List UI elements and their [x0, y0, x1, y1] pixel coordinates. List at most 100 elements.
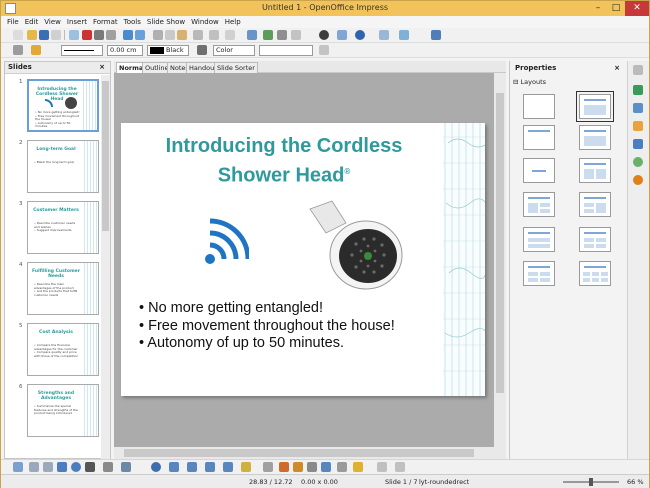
line-color-select[interactable]: Black [147, 45, 189, 56]
chart-icon[interactable] [263, 30, 273, 40]
layout-title-content-2[interactable] [579, 125, 611, 150]
arrow-line-tool-icon[interactable] [43, 462, 53, 472]
stars-icon[interactable] [241, 462, 251, 472]
menu-file[interactable]: File [4, 16, 22, 28]
flowchart-icon[interactable] [205, 462, 215, 472]
layout-2-content-over[interactable] [523, 227, 555, 252]
area-color-select[interactable] [259, 45, 313, 56]
layout-title-content[interactable] [576, 91, 614, 122]
email-icon[interactable] [51, 30, 61, 40]
slide-bullet-list[interactable]: • No more getting entangled! • Free move… [139, 300, 395, 353]
autospellcheck-icon[interactable] [135, 30, 145, 40]
vertical-scroll-thumb[interactable] [496, 93, 504, 393]
print-icon[interactable] [94, 30, 104, 40]
maximize-button[interactable]: □ [607, 1, 625, 16]
line-style-select[interactable] [61, 45, 103, 56]
callouts-icon[interactable] [223, 462, 233, 472]
menu-window[interactable]: Window [188, 16, 222, 28]
points-icon[interactable] [263, 462, 273, 472]
layout-title-4-content[interactable] [579, 227, 611, 252]
page-preview-icon[interactable] [106, 30, 116, 40]
line-icon[interactable] [13, 45, 23, 55]
fontwork-icon[interactable] [293, 462, 303, 472]
slide-thumbnail-6[interactable]: 6 Strengths and Advantages • Summarize th… [5, 384, 101, 446]
layout-centered-text[interactable] [523, 158, 555, 183]
helplines-icon[interactable] [291, 30, 301, 40]
layouts-section-header[interactable]: ⊟ Layouts [513, 78, 546, 86]
sidebar-menu-icon[interactable] [633, 65, 643, 75]
menu-edit[interactable]: Edit [22, 16, 42, 28]
navigator-icon[interactable] [319, 30, 329, 40]
glue-points-icon[interactable] [279, 462, 289, 472]
curve-tool-icon[interactable] [103, 462, 113, 472]
from-file-icon[interactable] [307, 462, 317, 472]
tab-slide-sorter[interactable]: Slide Sorter [214, 62, 258, 73]
arrow-style-icon[interactable] [31, 45, 41, 55]
open-folder-icon[interactable] [27, 30, 37, 40]
slides-scrollbar[interactable] [101, 75, 110, 459]
rotate-icon[interactable] [337, 462, 347, 472]
menu-help[interactable]: Help [222, 16, 244, 28]
gallery-icon[interactable] [337, 30, 347, 40]
shadow-icon[interactable] [319, 45, 329, 55]
line-width-field[interactable]: 0.00 cm [107, 45, 143, 56]
menu-format[interactable]: Format [90, 16, 121, 28]
clone-formatting-icon[interactable] [193, 30, 203, 40]
slide-canvas[interactable]: Introducing the Cordless Shower Head® • … [121, 123, 485, 396]
area-fill-icon[interactable] [197, 45, 207, 55]
connector-tool-icon[interactable] [121, 462, 131, 472]
help-icon[interactable] [355, 30, 365, 40]
slide-icon[interactable] [379, 30, 389, 40]
zoom-level[interactable]: 66 % [627, 478, 644, 486]
shower-head-image[interactable] [304, 199, 404, 293]
vertical-scrollbar[interactable] [494, 73, 506, 459]
slide-thumbnail-3[interactable]: 3 Customer Matters • Describe customer ne… [5, 201, 101, 263]
extrusion-icon[interactable] [353, 462, 363, 472]
menu-slide-show[interactable]: Slide Show [144, 16, 188, 28]
close-properties-button[interactable]: × [614, 64, 620, 72]
slide-thumbnail-5[interactable]: 5 Cost Analysis • Compare the financial a… [5, 323, 101, 385]
zoom-slider-handle[interactable] [589, 478, 593, 486]
slide-thumbnail-2[interactable]: 2 Long-term Goal • Blank the long-term go… [5, 140, 101, 202]
cut-icon[interactable] [153, 30, 163, 40]
slide-show-icon[interactable] [431, 30, 441, 40]
basic-shapes-icon[interactable] [151, 462, 161, 472]
close-button[interactable]: ✕ [625, 1, 649, 16]
layout-title-two-content[interactable] [579, 158, 611, 183]
table-icon[interactable] [247, 30, 257, 40]
area-style-select[interactable]: Color [213, 45, 255, 56]
slide-design-icon[interactable] [399, 30, 409, 40]
slide-title[interactable]: Introducing the Cordless Shower Head® [121, 134, 447, 189]
menu-tools[interactable]: Tools [121, 16, 144, 28]
arrange-icon[interactable] [395, 462, 405, 472]
export-pdf-icon[interactable] [82, 30, 92, 40]
slide-thumbnail-1[interactable]: 1 Introducing the Cordless Shower Head • … [5, 79, 101, 141]
navigator-deck-icon[interactable] [633, 175, 643, 185]
save-icon[interactable] [39, 30, 49, 40]
horizontal-scroll-thumb[interactable] [124, 449, 474, 457]
master-pages-icon[interactable] [633, 103, 643, 113]
minimize-button[interactable]: – [589, 1, 607, 16]
layout-2-content-content[interactable] [579, 192, 611, 217]
align-icon[interactable] [377, 462, 387, 472]
close-slides-pane-button[interactable]: × [99, 62, 105, 73]
slide-transition-icon[interactable] [633, 139, 643, 149]
spellcheck-icon[interactable] [123, 30, 133, 40]
rectangle-tool-icon[interactable] [57, 462, 67, 472]
text-tool-icon[interactable] [85, 462, 95, 472]
layout-title-6-content[interactable] [579, 261, 611, 286]
ellipse-tool-icon[interactable] [71, 462, 81, 472]
zoom-slider[interactable] [563, 478, 619, 486]
styles-icon[interactable] [633, 157, 643, 167]
properties-deck-icon[interactable] [633, 85, 643, 95]
select-arrow-icon[interactable] [13, 462, 23, 472]
layout-content-2-content[interactable] [523, 192, 555, 217]
layout-title-4-content-b[interactable] [523, 261, 555, 286]
paste-icon[interactable] [177, 30, 187, 40]
edit-file-icon[interactable] [69, 30, 79, 40]
slide-thumbnail-4[interactable]: 4 Fulfilling Customer Needs • Describe th… [5, 262, 101, 324]
custom-animation-icon[interactable] [633, 121, 643, 131]
wireless-signal-icon[interactable] [203, 218, 249, 266]
new-document-icon[interactable] [13, 30, 23, 40]
gallery-tool-icon[interactable] [321, 462, 331, 472]
